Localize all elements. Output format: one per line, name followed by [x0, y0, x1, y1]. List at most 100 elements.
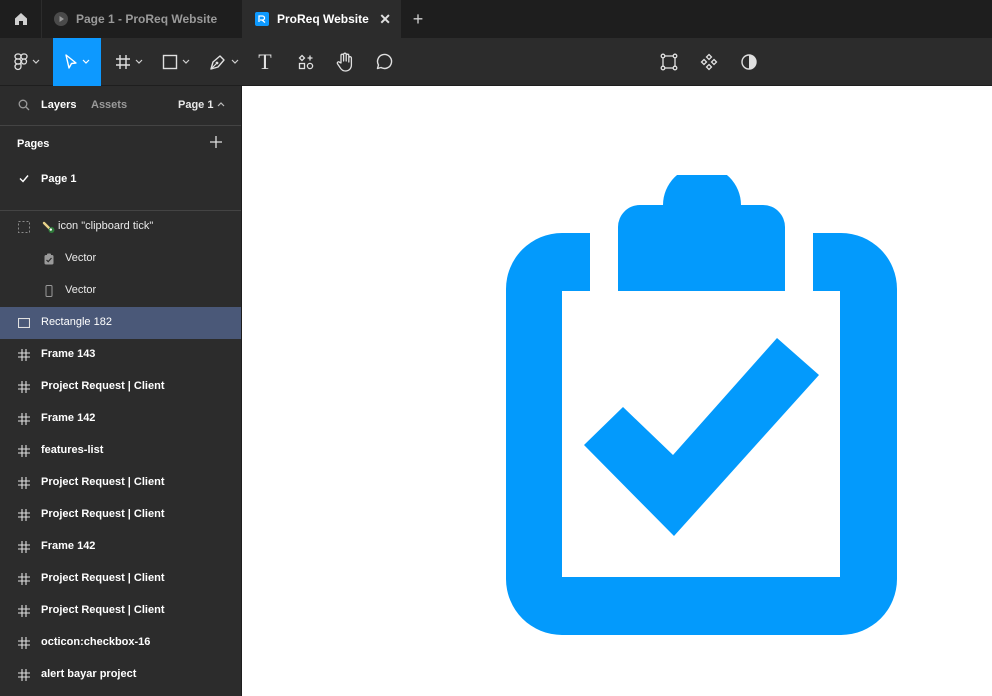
pen-tool-button[interactable]	[203, 38, 245, 86]
frame-icon	[17, 380, 31, 394]
layer-row[interactable]: Frame 142	[0, 403, 241, 435]
rectangle-icon	[162, 54, 178, 70]
clipboard-vector-icon	[42, 252, 56, 266]
layer-label: Frame 142	[41, 540, 96, 552]
component-icon	[700, 53, 718, 71]
canvas[interactable]	[242, 86, 992, 696]
vector-icon	[42, 284, 56, 298]
hand-icon	[336, 52, 353, 72]
layer-row[interactable]: Project Request | Client	[0, 371, 241, 403]
layer-label: icon "clipboard tick"	[58, 220, 154, 232]
shape-tool-button[interactable]	[155, 38, 197, 86]
add-tab-button[interactable]: +	[401, 0, 435, 38]
rectangle-layer-icon	[17, 316, 31, 330]
edit-object-button[interactable]	[654, 38, 684, 86]
play-icon	[54, 12, 68, 26]
layer-label: Project Request | Client	[41, 508, 165, 520]
main-menu-button[interactable]	[6, 38, 48, 86]
file-icon	[255, 12, 269, 26]
contrast-button[interactable]	[734, 38, 764, 86]
frame-icon	[17, 348, 31, 362]
layer-row[interactable]: Project Request | Client	[0, 467, 241, 499]
frame-icon	[17, 668, 31, 682]
tab-layers[interactable]: Layers	[41, 99, 76, 111]
page-selector[interactable]: Page 1	[178, 99, 213, 111]
comment-icon	[376, 53, 393, 70]
layer-label: Project Request | Client	[41, 604, 165, 616]
home-button[interactable]	[0, 0, 42, 38]
contrast-icon	[741, 54, 757, 70]
move-tool-button[interactable]	[53, 38, 101, 86]
pages-heading: Pages	[17, 138, 50, 150]
layer-label: Project Request | Client	[41, 380, 165, 392]
frame-icon	[17, 476, 31, 490]
search-icon[interactable]	[18, 99, 30, 111]
add-page-button[interactable]	[207, 133, 225, 151]
layer-label: Project Request | Client	[41, 572, 165, 584]
layer-row[interactable]: Vector	[0, 243, 241, 275]
frame-icon	[116, 55, 130, 69]
layer-row[interactable]: Project Request | Client	[0, 595, 241, 627]
layer-label: alert bayar project	[41, 668, 137, 680]
edit-object-icon	[660, 53, 678, 71]
home-icon	[14, 13, 27, 25]
resources-icon	[298, 54, 314, 70]
layer-label: features-list	[41, 444, 104, 456]
hand-tool-button[interactable]	[330, 38, 360, 86]
panel-tabs: Layers Assets Page 1	[0, 86, 241, 126]
frame-icon	[17, 636, 31, 650]
tab-assets[interactable]: Assets	[91, 99, 127, 111]
tab-label: Page 1 - ProReq Website	[76, 12, 218, 26]
text-tool-button[interactable]: T	[250, 38, 280, 86]
chevron-down-icon	[231, 59, 239, 64]
resources-button[interactable]	[291, 38, 321, 86]
layer-label: Rectangle 182	[41, 316, 112, 328]
emoji-icon	[42, 220, 56, 234]
layer-row[interactable]: Frame 143	[0, 339, 241, 371]
frame-icon	[17, 604, 31, 618]
layer-label: Frame 142	[41, 412, 96, 424]
clipboard-tick-icon[interactable]	[506, 175, 897, 635]
tab-page1[interactable]: Page 1 - ProReq Website	[42, 0, 243, 38]
layer-label: Frame 143	[41, 348, 96, 360]
layer-row-selected[interactable]: Rectangle 182	[0, 307, 241, 339]
tab-bar: Page 1 - ProReq Website ProReq Website ✕…	[0, 0, 992, 38]
page-item-page1[interactable]: Page 1	[0, 172, 241, 188]
layer-row[interactable]: Project Request | Client	[0, 563, 241, 595]
toolbar: T	[0, 38, 992, 86]
frame-icon	[17, 572, 31, 586]
layer-label: Vector	[65, 252, 97, 264]
component-button[interactable]	[694, 38, 724, 86]
frame-icon	[17, 508, 31, 522]
tab-label: ProReq Website	[277, 12, 369, 26]
figma-menu-icon	[14, 53, 28, 71]
chevron-down-icon	[135, 59, 143, 64]
layer-row[interactable]: alert bayar project	[0, 659, 241, 691]
layer-label: octicon:checkbox-16	[41, 636, 151, 648]
layer-label: Vector	[65, 284, 97, 296]
chevron-down-icon	[182, 59, 190, 64]
frame-icon	[17, 540, 31, 554]
frame-icon	[17, 444, 31, 458]
move-icon	[65, 54, 77, 69]
frame-tool-button[interactable]	[108, 38, 150, 86]
frame-icon	[17, 412, 31, 426]
layer-row[interactable]: features-list	[0, 435, 241, 467]
chevron-down-icon	[82, 59, 90, 64]
check-mark	[584, 338, 819, 536]
layer-row[interactable]: octicon:checkbox-16	[0, 627, 241, 659]
layer-row[interactable]: icon "clipboard tick"	[0, 211, 241, 243]
text-icon: T	[258, 49, 272, 74]
page-item-label: Page 1	[41, 173, 77, 185]
layer-row[interactable]: Vector	[0, 275, 241, 307]
chevron-up-icon[interactable]	[217, 101, 225, 107]
comment-tool-button[interactable]	[369, 38, 399, 86]
tab-proreq-website[interactable]: ProReq Website ✕	[243, 0, 401, 38]
layers-panel: Layers Assets Page 1 Pages Page 1 icon "…	[0, 86, 242, 696]
dashed-frame-icon	[17, 220, 31, 234]
layer-row[interactable]: Frame 142	[0, 531, 241, 563]
chevron-down-icon	[32, 59, 40, 64]
layer-row[interactable]: Project Request | Client	[0, 499, 241, 531]
clipboard-clip	[618, 175, 785, 291]
close-tab-icon[interactable]: ✕	[379, 12, 391, 26]
